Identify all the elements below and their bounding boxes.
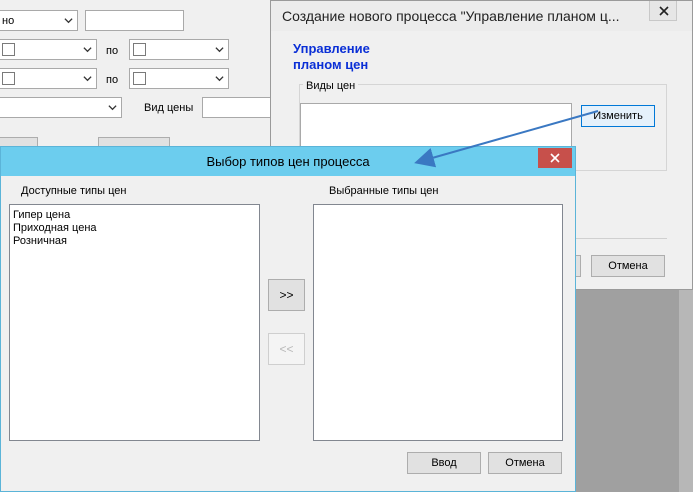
annotation-arrow <box>414 110 599 168</box>
